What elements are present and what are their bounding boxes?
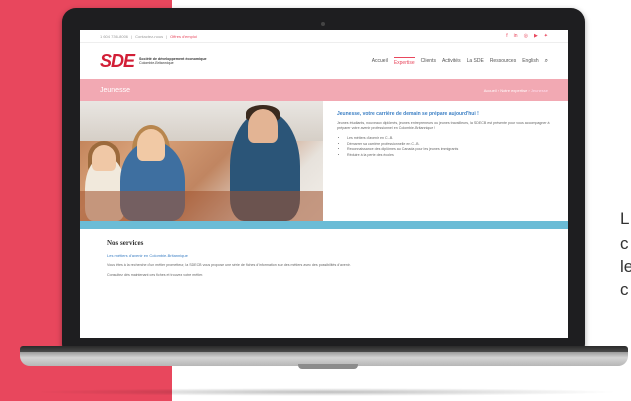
facebook-icon[interactable]: f — [506, 33, 507, 39]
youtube-icon[interactable]: ▶ — [534, 33, 538, 39]
nav-item-accueil[interactable]: Accueil — [372, 58, 388, 64]
students-photo — [80, 101, 323, 221]
services-paragraph-1: Vous êtes à la recherche d'un métier pro… — [107, 263, 351, 267]
laptop-hinge-notch — [298, 364, 358, 369]
services-heading: Nos services — [107, 239, 144, 247]
topbar: 1 604 736-8006 | Contactez-nous | Offres… — [80, 30, 568, 43]
social-links: f in ◎ ▶ ✦ — [506, 33, 548, 39]
hero-heading: Jeunesse, votre carrière de demain se pr… — [337, 111, 479, 117]
site-header: SDE Société de développement économique … — [80, 43, 568, 79]
nav-item-clients[interactable]: Clients — [421, 58, 436, 64]
blue-divider-band — [80, 221, 568, 229]
side-text-line-3: le — [620, 257, 631, 276]
list-item: Réduire à la perte des écoles — [347, 153, 558, 159]
search-icon[interactable]: ⌕ — [545, 58, 548, 65]
logo-line-2: Colombie-Britannique — [139, 61, 174, 65]
nav-item-activites[interactable]: Activités — [442, 58, 461, 64]
page-title: Jeunesse — [100, 86, 130, 94]
topbar-jobs-link[interactable]: Offres d'emploi — [170, 34, 197, 39]
nav-item-english[interactable]: English — [522, 58, 538, 64]
hero-paragraph: Jeunes étudiants, nouveaux diplômés, jeu… — [337, 121, 550, 130]
webcam — [321, 22, 325, 26]
services-section: Nos services Les métiers d'avenir en Col… — [80, 229, 568, 278]
laptop-screen: 1 604 736-8006 | Contactez-nous | Offres… — [80, 30, 568, 338]
services-link[interactable]: Les métiers d'avenir en Colombie-Britann… — [107, 253, 548, 258]
linkedin-icon[interactable]: in — [514, 33, 518, 39]
twitter-icon[interactable]: ✦ — [544, 33, 548, 39]
instagram-icon[interactable]: ◎ — [524, 33, 528, 39]
nav-item-expertise[interactable]: Expertise — [393, 56, 415, 66]
logo-mark[interactable]: SDE — [100, 51, 135, 72]
breadcrumb-home[interactable]: Accueil — [484, 88, 497, 93]
page-banner: Jeunesse Accueil › Notre expertise › Jeu… — [80, 79, 568, 101]
side-text-line-2: c — [620, 234, 629, 253]
breadcrumb-parent[interactable]: Notre expertise — [500, 88, 527, 93]
side-text-line-1: L — [620, 209, 630, 228]
breadcrumb-current: Jeunesse — [530, 87, 548, 93]
hero-text: Jeunesse, votre carrière de demain se pr… — [323, 101, 568, 221]
laptop-shadow — [30, 388, 620, 396]
logo-subtitle: Société de développement économique Colo… — [139, 57, 207, 66]
main-nav: Accueil Expertise Clients Activités La S… — [372, 56, 548, 66]
breadcrumb: Accueil › Notre expertise › Jeunesse — [483, 87, 548, 93]
nav-item-la-sde[interactable]: La SDE — [467, 58, 484, 64]
hero-section: Jeunesse, votre carrière de demain se pr… — [80, 101, 568, 221]
nav-item-ressources[interactable]: Ressources — [490, 58, 516, 64]
hero-bullet-list: Les métiers d'avenir en C.-B. Démarrer s… — [337, 136, 558, 158]
topbar-phone[interactable]: 1 604 736-8006 — [100, 34, 128, 39]
services-paragraph-2: Consultez dès maintenant ces fiches et t… — [107, 273, 204, 277]
side-text-line-4: c — [620, 280, 629, 299]
topbar-contact-link[interactable]: Contactez-nous — [135, 34, 163, 39]
